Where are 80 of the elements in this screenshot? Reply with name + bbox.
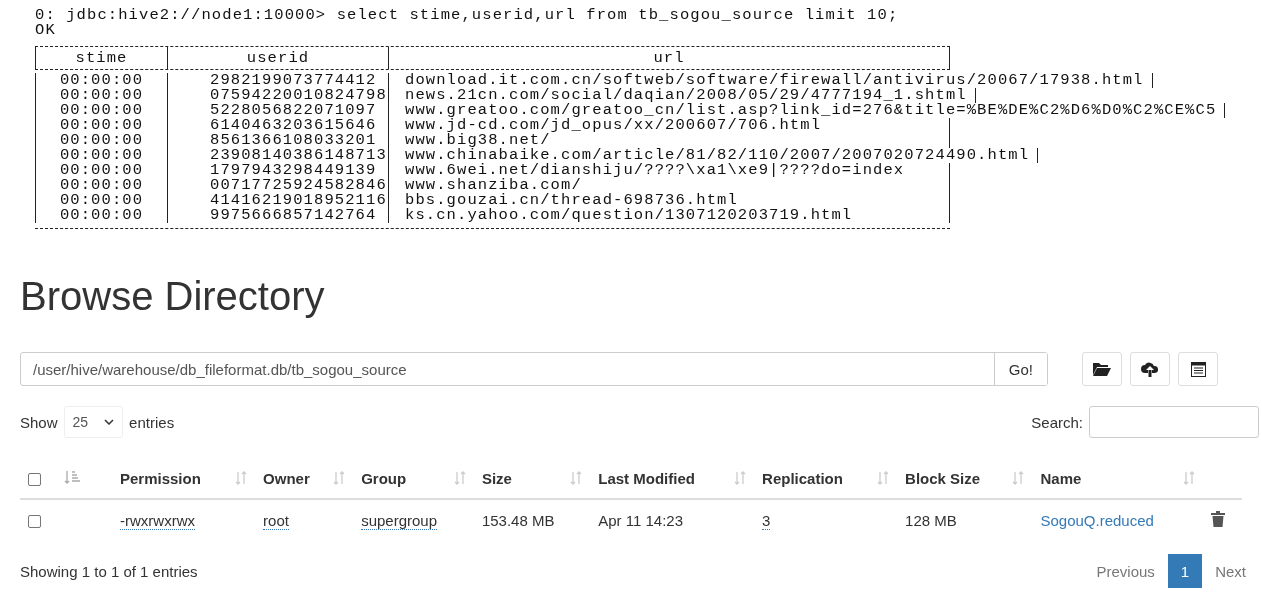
table-cell: Apr 11 14:23 <box>598 511 684 529</box>
path-field[interactable]: /user/hive/warehouse/db_fileformat.db/tb_sogou_source Go! <box>20 352 1048 386</box>
table-cell: 00:00:00 <box>35 133 167 148</box>
table-cell: bbs.gouzai.cn/thread-698736.html <box>388 193 950 208</box>
chevron-icon <box>104 419 115 425</box>
table-cell: root <box>263 511 289 530</box>
table-cell: 128 MB <box>905 511 957 529</box>
table-cell: 00:00:00 <box>35 73 167 88</box>
column-header: userid <box>167 47 388 69</box>
sort-icon <box>1012 471 1025 485</box>
table-cell: supergroup <box>361 511 438 530</box>
column-header: stime <box>35 47 167 69</box>
sort-icon <box>333 471 346 485</box>
sort-icon <box>64 469 80 484</box>
table-cell: www.chinabaike.com/article/81/82/110/2007/2007020724490.html <box>388 148 1039 163</box>
table-cell: 153.48 MB <box>481 511 555 529</box>
column-header[interactable]: Size <box>481 469 512 487</box>
table-cell: 00:00:00 <box>35 103 167 118</box>
upload-icon <box>1141 361 1159 377</box>
table-cell: www.shanziba.com/ <box>388 178 950 193</box>
sort-icon <box>1182 471 1195 485</box>
table-cell: -rwxrwxrwx <box>120 511 195 530</box>
column-header[interactable]: Owner <box>263 469 310 487</box>
table-cell: 00:00:00 <box>35 148 167 163</box>
table-cell: 23908140386148713 <box>167 148 388 163</box>
table-cell: 07594220010824798 <box>167 88 388 103</box>
column-header[interactable]: Name <box>1040 469 1082 487</box>
entries-label: entries <box>129 413 175 431</box>
page-length-select[interactable]: 25 <box>63 406 124 438</box>
table-cell: 1797943298449139 <box>167 163 388 178</box>
sort-icon <box>734 471 747 485</box>
file-link[interactable]: SogouQ.reduced <box>1040 511 1154 529</box>
table-cell: 9975666857142764 <box>167 208 388 223</box>
table-cell: 41416219018952116 <box>167 193 388 208</box>
column-header[interactable]: Permission <box>120 469 201 487</box>
checkbox[interactable] <box>28 515 41 529</box>
table-cell: www.big38.net/ <box>388 133 950 148</box>
table-cell: ks.cn.yahoo.com/question/1307120203719.html <box>388 208 950 223</box>
table-icon <box>1190 361 1206 377</box>
table-cell: 00:00:00 <box>35 178 167 193</box>
go-button[interactable]: Go! <box>993 353 1047 385</box>
table-cell: 6140463203615646 <box>167 118 388 133</box>
search-field[interactable] <box>1089 406 1259 438</box>
checkbox[interactable] <box>28 473 41 487</box>
table-cell: 00:00:00 <box>35 163 167 178</box>
sort-icon <box>235 471 248 485</box>
table-cell: 3 <box>762 511 771 530</box>
toolbar-button[interactable] <box>1130 352 1170 386</box>
page-title: Browse Directory <box>20 273 326 320</box>
sort-icon <box>570 471 583 485</box>
search-label: Search: <box>1031 413 1083 431</box>
table-cell: download.it.com.cn/softweb/software/firewall/antivirus/20067/17938.html <box>388 73 1153 88</box>
folder-icon <box>1093 362 1111 376</box>
console-line: OK <box>35 23 56 38</box>
toolbar-button[interactable] <box>1082 352 1122 386</box>
column-header[interactable]: Replication <box>762 469 843 487</box>
sort-icon <box>453 471 466 485</box>
table-cell: 00:00:00 <box>35 88 167 103</box>
table-cell: 8561366108033201 <box>167 133 388 148</box>
column-header[interactable]: Block Size <box>905 469 981 487</box>
show-label: Show <box>20 413 58 431</box>
column-header[interactable]: Last Modified <box>598 469 695 487</box>
table-cell: 00717725924582846 <box>167 178 388 193</box>
table-cell: 00:00:00 <box>35 118 167 133</box>
page-button[interactable]: 1 <box>1167 554 1203 588</box>
table-info: Showing 1 to 1 of 1 entries <box>20 562 198 580</box>
table-cell: www.jd-cd.com/jd_opus/xx/200607/706.html <box>388 118 950 133</box>
table-cell: 2982199073774412 <box>167 73 388 88</box>
table-cell: www.greatoo.com/greatoo_cn/list.asp?link_id=276&title=%BE%DE%C2%D6%D0%C2%CE%C5 <box>388 103 1226 118</box>
table-cell: 00:00:00 <box>35 208 167 223</box>
toolbar-button[interactable] <box>1178 352 1218 386</box>
sort-icon <box>877 471 890 485</box>
column-header[interactable]: Group <box>361 469 407 487</box>
table-cell: 00:00:00 <box>35 193 167 208</box>
table-cell: news.21cn.com/social/daqian/2008/05/29/4777194_1.shtml <box>388 88 976 103</box>
column-header: url <box>388 47 950 69</box>
table-cell: www.6wei.net/dianshiju/????\xa1\xe9|????do=index <box>388 163 950 178</box>
table-cell: 5228056822071097 <box>167 103 388 118</box>
trash-icon[interactable] <box>1210 510 1225 527</box>
console-line: 0: jdbc:hive2://node1:10000> select stime,userid,url from tb_sogou_source limit 10; <box>35 8 899 23</box>
